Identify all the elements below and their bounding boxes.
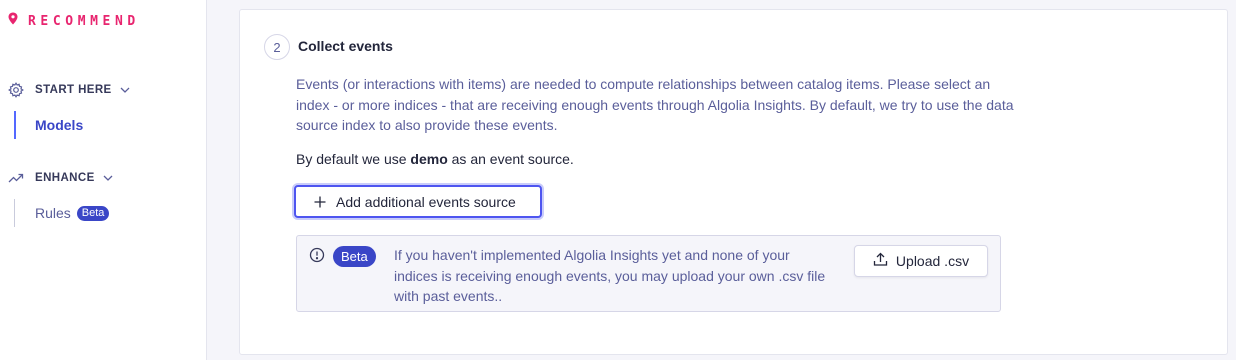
sidebar-item-label: Rules bbox=[35, 205, 71, 221]
sidebar-item-rules[interactable]: Rules Beta bbox=[14, 199, 110, 227]
plus-icon bbox=[314, 196, 326, 208]
beta-badge: Beta bbox=[333, 246, 376, 267]
location-pin-icon bbox=[8, 12, 18, 31]
section-start-here[interactable]: START HERE bbox=[7, 81, 130, 98]
button-label: Add additional events source bbox=[336, 193, 516, 210]
button-label: Upload .csv bbox=[895, 253, 970, 269]
chevron-down-icon bbox=[103, 172, 113, 184]
upload-icon bbox=[873, 252, 888, 270]
default-index-name: demo bbox=[410, 151, 448, 167]
brand-name: RECOMMEND bbox=[28, 14, 140, 29]
step-title: Collect events bbox=[298, 38, 393, 54]
add-events-source-button[interactable]: Add additional events source bbox=[294, 185, 542, 218]
section-label: START HERE bbox=[35, 83, 112, 96]
default-source-text: By default we use demo as an event sourc… bbox=[296, 151, 574, 167]
info-icon bbox=[309, 247, 325, 268]
collect-events-card: 2 Collect events Events (or interactions… bbox=[239, 9, 1228, 355]
sidebar-item-label: Models bbox=[35, 117, 84, 133]
beta-badge: Beta bbox=[76, 205, 110, 221]
step-description: Events (or interactions with items) are … bbox=[296, 76, 1014, 133]
trending-up-icon bbox=[7, 169, 24, 186]
beta-notice: Beta If you haven't implemented Algolia … bbox=[296, 235, 1001, 312]
beta-notice-text: If you haven't implemented Algolia Insig… bbox=[394, 247, 826, 304]
sidebar: RECOMMEND START HERE Models ENHANCE Rule… bbox=[0, 0, 207, 360]
section-label: ENHANCE bbox=[35, 171, 95, 184]
gear-icon bbox=[7, 81, 24, 98]
step-number: 2 bbox=[264, 34, 290, 60]
sidebar-item-models[interactable]: Models bbox=[14, 111, 83, 139]
brand-logo[interactable]: RECOMMEND bbox=[8, 12, 140, 31]
chevron-down-icon bbox=[120, 84, 130, 96]
upload-csv-button[interactable]: Upload .csv bbox=[854, 245, 988, 277]
section-enhance[interactable]: ENHANCE bbox=[7, 169, 113, 186]
